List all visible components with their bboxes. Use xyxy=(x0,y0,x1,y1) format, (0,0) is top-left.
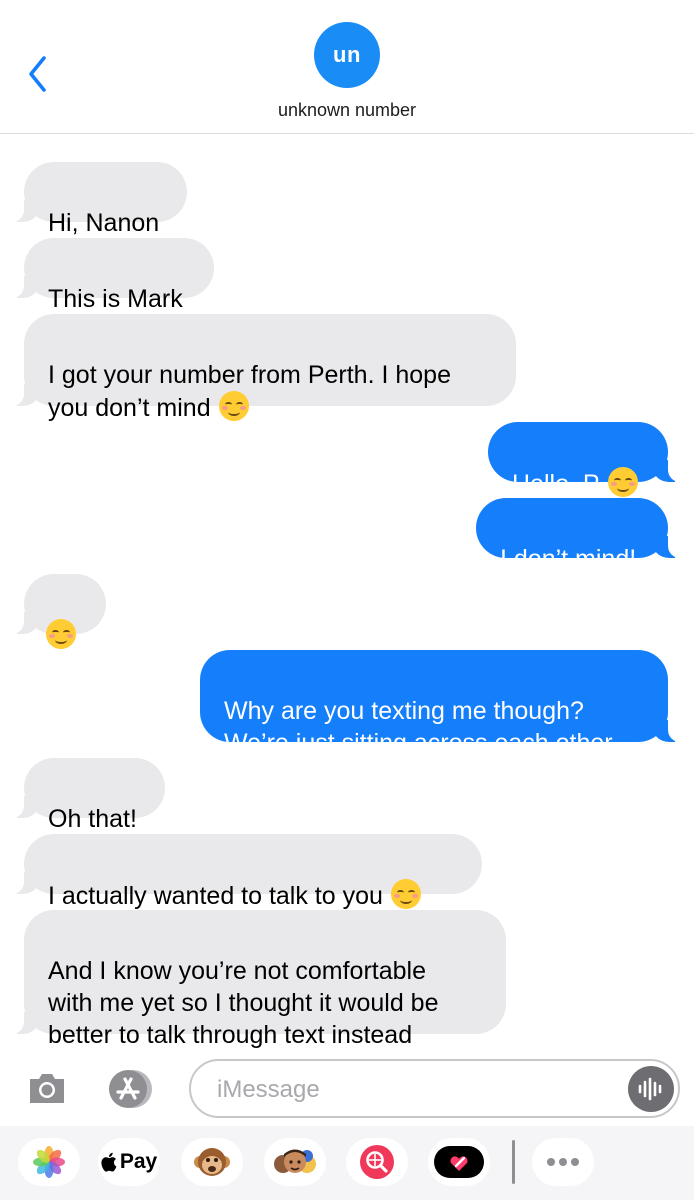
incoming-message[interactable]: Hi, Nanon xyxy=(10,162,187,237)
contact-name[interactable]: unknown number xyxy=(0,100,694,121)
camera-icon[interactable] xyxy=(26,1067,68,1109)
incoming-message[interactable]: This is Mark xyxy=(10,238,214,313)
imessage-field[interactable] xyxy=(189,1059,680,1118)
smiling-face-emoji xyxy=(218,391,249,421)
conversation-header: un unknown number xyxy=(0,0,694,134)
drawer-divider xyxy=(512,1140,515,1184)
message-text: I got your number from Perth. I hope you… xyxy=(48,361,451,422)
message-text: Why are you texting me though? We’re jus… xyxy=(224,697,613,757)
outgoing-message[interactable]: Why are you texting me though? We’re jus… xyxy=(200,650,682,757)
apple-pay-label: Pay xyxy=(119,1150,158,1173)
message-input[interactable] xyxy=(215,1071,619,1109)
contact-avatar[interactable]: un xyxy=(314,22,380,88)
animoji-monkey-icon[interactable] xyxy=(181,1138,243,1186)
back-chevron-icon[interactable] xyxy=(22,52,56,96)
message-text: This is Mark xyxy=(48,285,183,313)
incoming-message[interactable]: And I know you’re not comfortable with m… xyxy=(10,910,506,1049)
message-text: And I know you’re not comfortable with m… xyxy=(48,957,439,1049)
message-thread: Hi, Nanon This is Mark I got your number… xyxy=(0,134,694,1052)
smiling-face-emoji xyxy=(607,467,638,497)
apple-logo-icon xyxy=(101,1152,117,1172)
memoji-stickers-icon[interactable] xyxy=(264,1138,326,1186)
message-text: Oh that! xyxy=(48,805,137,833)
message-input-bar xyxy=(0,1052,694,1126)
more-apps-icon[interactable] xyxy=(532,1138,594,1186)
imessage-app-drawer: Pay xyxy=(0,1126,694,1200)
incoming-message[interactable] xyxy=(10,574,106,649)
message-text: Hi, Nanon xyxy=(48,209,160,237)
outgoing-message[interactable]: I don’t mind! xyxy=(476,498,682,573)
smiling-face-emoji xyxy=(390,879,421,909)
incoming-message[interactable]: Oh that! xyxy=(10,758,165,833)
photos-app-icon[interactable] xyxy=(18,1138,80,1186)
message-text: Hello, P xyxy=(512,470,600,498)
message-text: I don’t mind! xyxy=(500,545,637,573)
incoming-message[interactable]: I actually wanted to talk to you xyxy=(10,834,482,910)
audio-message-icon[interactable] xyxy=(628,1066,674,1112)
apple-pay-app[interactable]: Pay xyxy=(98,1138,160,1186)
incoming-message[interactable]: I got your number from Perth. I hope you… xyxy=(10,314,516,422)
message-text: I actually wanted to talk to you xyxy=(48,882,383,910)
web-image-search-icon[interactable] xyxy=(346,1138,408,1186)
outgoing-message[interactable]: Hello, P xyxy=(488,422,682,498)
smiling-face-emoji xyxy=(46,619,76,649)
digital-touch-icon[interactable] xyxy=(428,1138,490,1186)
app-store-icon[interactable] xyxy=(106,1067,158,1111)
